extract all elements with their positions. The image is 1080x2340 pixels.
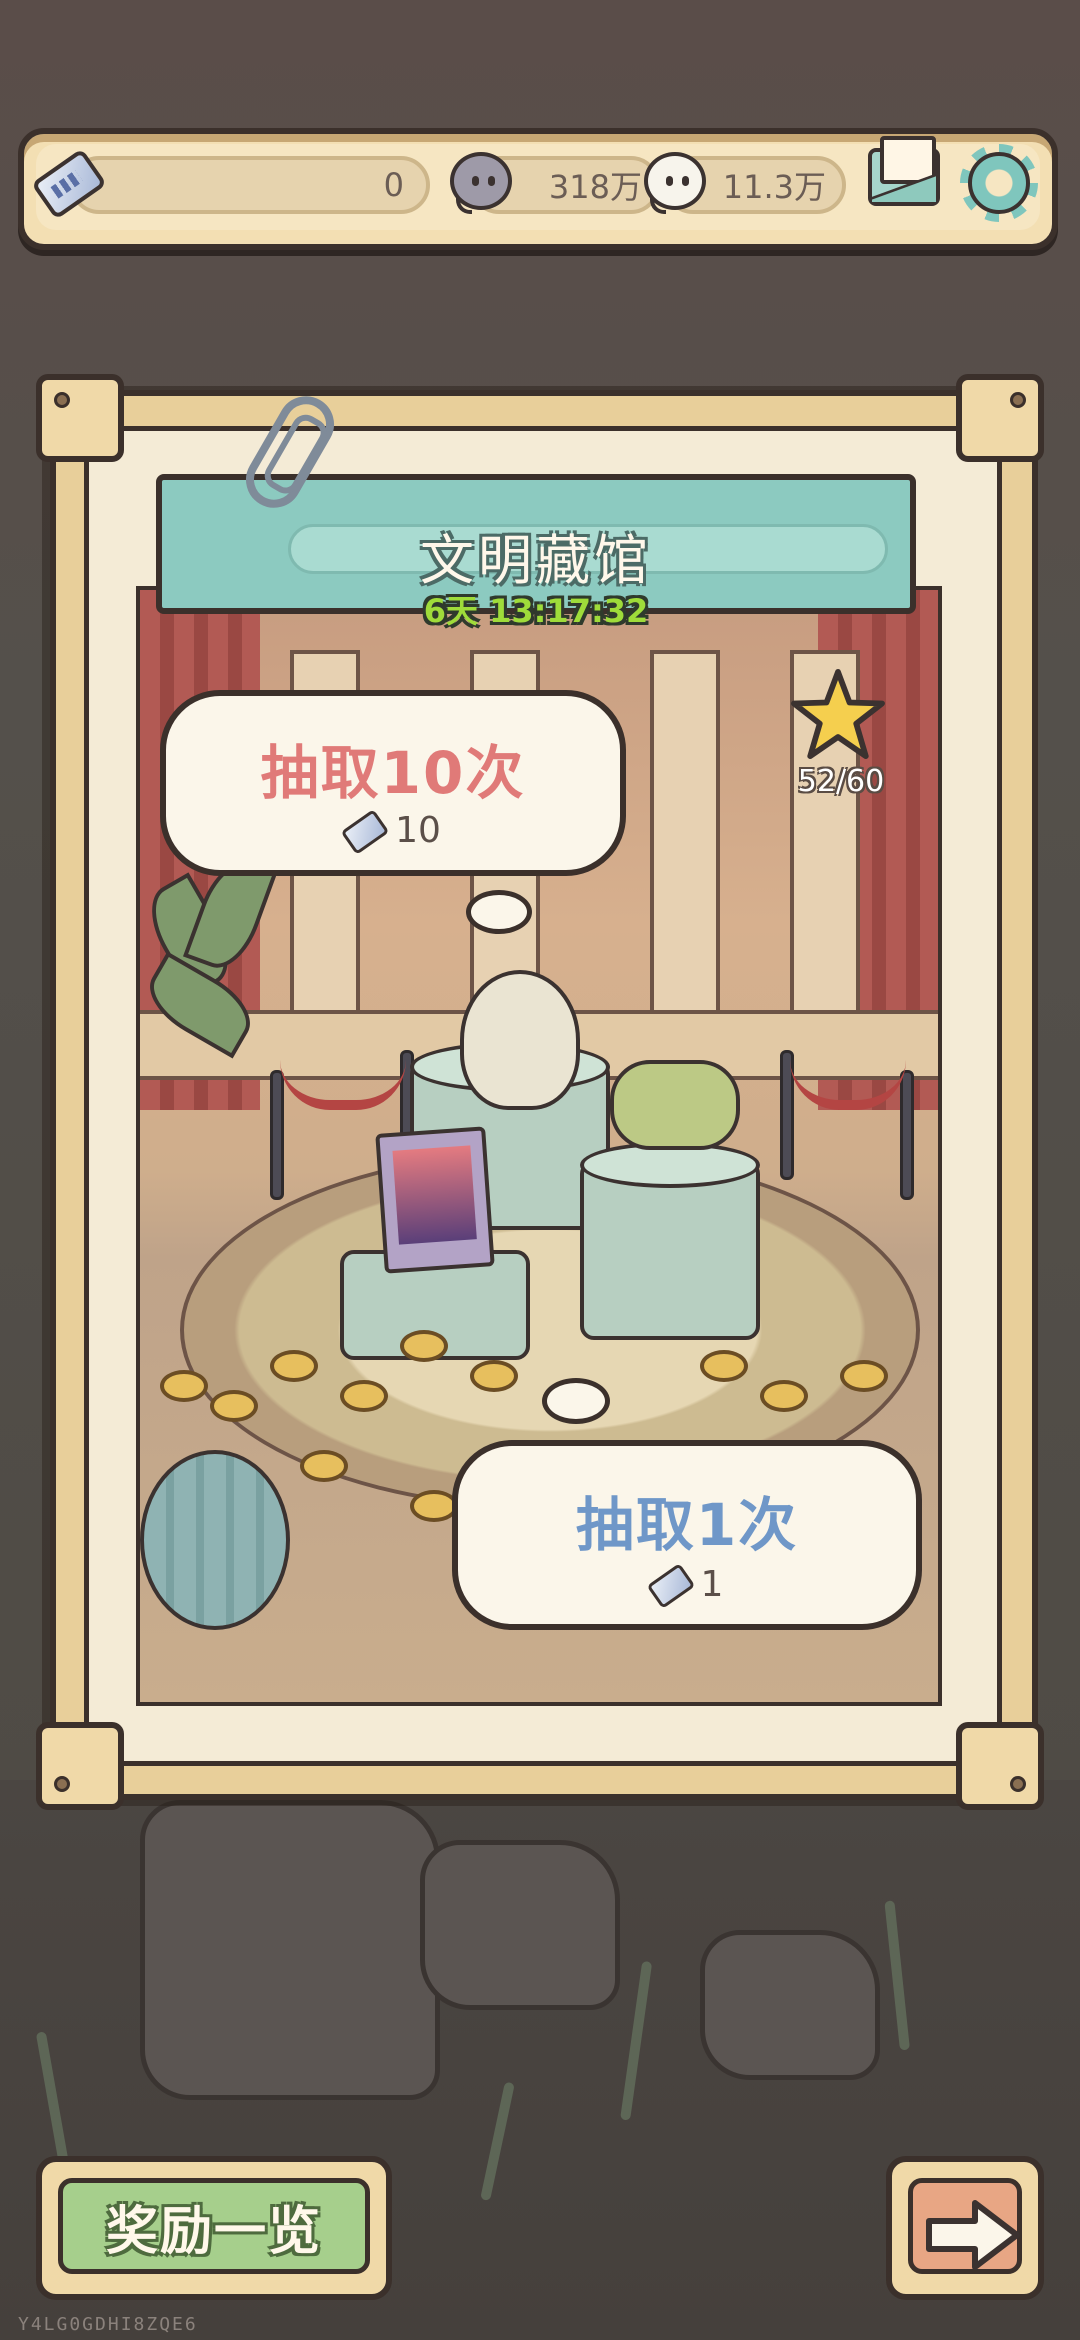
frame-corner <box>36 374 124 462</box>
rewards-list-label: 奖励一览 <box>58 2178 370 2274</box>
gold-coin <box>840 1360 888 1392</box>
draw-one-button[interactable]: 抽取1次 1 <box>452 1440 922 1630</box>
draw-ten-cost-value: 10 <box>395 810 441 851</box>
gold-coin <box>470 1360 518 1392</box>
draw-one-cost-value: 1 <box>700 1564 724 1605</box>
background-grass <box>884 1900 910 2051</box>
star-progress: 52/60 <box>797 764 885 799</box>
rope-post <box>270 1070 284 1200</box>
next-button[interactable] <box>886 2156 1044 2300</box>
frame-corner <box>36 1722 124 1810</box>
background-grass <box>480 2081 515 2202</box>
feather-statue <box>460 970 580 1110</box>
gold-coin <box>700 1350 748 1382</box>
gear-icon[interactable] <box>960 144 1038 222</box>
next-button-face <box>908 2178 1022 2274</box>
star-icon[interactable] <box>790 668 886 760</box>
gold-coin <box>340 1380 388 1412</box>
event-timer: 6天 13:17:32 <box>423 592 649 630</box>
velvet-rope <box>280 1060 406 1110</box>
background-grass <box>620 1960 653 2121</box>
mail-icon[interactable] <box>868 136 940 206</box>
gold-coin <box>400 1330 448 1362</box>
background-rock <box>140 1800 440 2100</box>
background-rock <box>420 1840 620 2010</box>
grey-spirit-icon <box>450 152 512 214</box>
ticket-icon <box>646 1563 695 1609</box>
draw-ten-cost: 10 <box>166 809 620 855</box>
gold-coin <box>160 1370 208 1402</box>
draw-one-cost: 1 <box>458 1563 916 1609</box>
rewards-list-button[interactable]: 奖励一览 <box>36 2156 392 2300</box>
potted-plant <box>140 853 278 1080</box>
white-spirit-icon <box>644 152 706 214</box>
draw-ten-label: 抽取10次 <box>260 739 526 807</box>
draw-ten-button[interactable]: 抽取10次 10 <box>160 690 626 876</box>
user-id: Y4LG0GDHI8ZQE6 <box>18 2314 198 2335</box>
striped-balloon <box>140 1450 290 1630</box>
rope-post <box>900 1070 914 1200</box>
grey-spirit-count: 318万 <box>548 168 642 206</box>
thought-bubble-dot <box>466 890 532 934</box>
thought-bubble-dot <box>542 1378 610 1424</box>
arrow-right-icon <box>926 2200 1020 2270</box>
frame-corner <box>956 374 1044 462</box>
painting-book <box>375 1126 495 1274</box>
gold-coin <box>270 1350 318 1382</box>
event-title: 文明藏馆 <box>420 529 652 592</box>
white-spirit-count: 11.3万 <box>722 168 826 206</box>
ticket-counter[interactable]: 0 <box>70 156 430 214</box>
ticket-count: 0 <box>383 166 404 204</box>
background-rock <box>700 1930 880 2080</box>
background-grass <box>35 2031 70 2171</box>
wall-column <box>650 650 720 1070</box>
draw-one-label: 抽取1次 <box>575 1491 799 1559</box>
gold-coin <box>410 1490 458 1522</box>
ticket-icon <box>340 809 390 855</box>
gold-coin <box>760 1380 808 1412</box>
frame-corner <box>956 1722 1044 1810</box>
gold-coin <box>300 1450 348 1482</box>
gold-coin <box>210 1390 258 1422</box>
cloud-artifact <box>610 1060 740 1150</box>
